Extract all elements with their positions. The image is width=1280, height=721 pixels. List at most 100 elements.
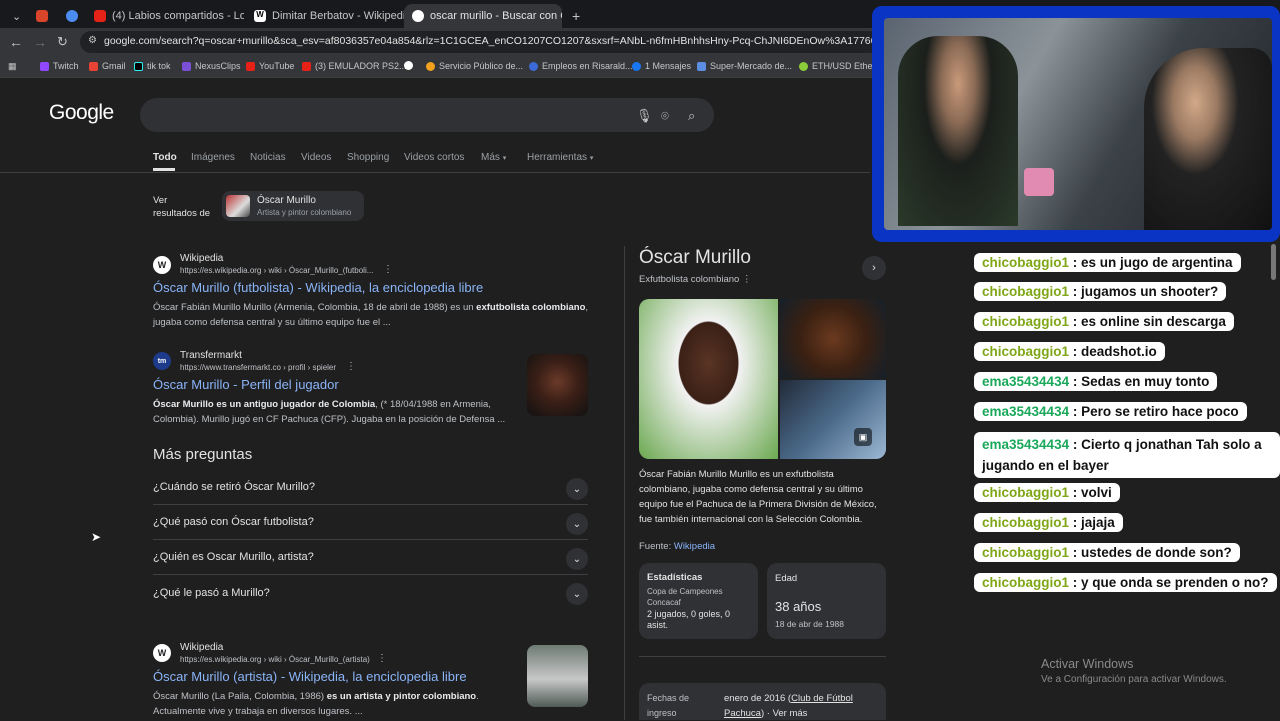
signing-label: Fechas de ingreso [647, 693, 690, 718]
chip-thumbnail [226, 195, 250, 217]
result-title-link[interactable]: Óscar Murillo (artista) - Wikipedia, la … [153, 669, 467, 684]
tab-favicon [36, 10, 48, 22]
chevron-down-icon[interactable]: ⌄ [566, 478, 588, 500]
tab-mas[interactable]: Más ▾ [481, 152, 506, 163]
eth-icon [799, 61, 808, 71]
kp-photo-2[interactable] [780, 299, 886, 378]
tab-favicon [66, 10, 78, 22]
google-logo[interactable]: Google [49, 101, 114, 125]
bookmark-supermercado[interactable]: Super-Mercado de... [697, 61, 792, 71]
paa-question[interactable]: ¿Qué le pasó a Murillo? ⌄ [153, 575, 588, 610]
result-source: Wikipedia [180, 253, 224, 264]
more-options-icon[interactable]: ⋮ [346, 361, 356, 372]
back-icon[interactable]: ← [9, 34, 23, 50]
youtube-icon [94, 10, 106, 22]
chevron-down-icon[interactable]: ⌄ [566, 583, 588, 605]
google-icon [412, 10, 424, 22]
more-options-icon[interactable]: ⋮ [742, 274, 752, 285]
result-url: https://www.transfermarkt.co › profil › … [180, 363, 337, 372]
youtube-icon [246, 61, 255, 71]
bookmark-empleos[interactable]: Empleos en Risarald... [529, 61, 633, 71]
search-input[interactable] [140, 98, 714, 132]
site-info-icon[interactable]: ⚙ [88, 35, 97, 46]
caret-down-icon: ▾ [502, 155, 507, 162]
chevron-down-icon[interactable]: ⌄ [566, 548, 588, 570]
bookmark-gmail[interactable]: Gmail [89, 61, 126, 71]
paa-question[interactable]: ¿Quién es Oscar Murillo, artista? ⌄ [153, 540, 588, 575]
tab-imagenes[interactable]: Imágenes [191, 152, 235, 163]
bookmark-servicio-publico[interactable]: Servicio Público de... [426, 61, 523, 71]
tab-search-button[interactable]: ⌄ [4, 4, 26, 28]
paa-question[interactable]: ¿Qué pasó con Óscar futbolista? ⌄ [153, 505, 588, 540]
tab-shopping[interactable]: Shopping [347, 152, 389, 163]
google-icon [404, 61, 413, 70]
url-text: google.com/search?q=oscar+murillo&sca_es… [104, 35, 880, 47]
tab-todo[interactable]: Todo [153, 152, 177, 163]
bookmark-google[interactable] [404, 61, 417, 70]
kp-image-grid[interactable]: ▣ [639, 299, 886, 459]
kp-main-photo[interactable] [639, 299, 778, 459]
wikipedia-icon: W [153, 644, 171, 662]
result-title-link[interactable]: Óscar Murillo (futbolista) - Wikipedia, … [153, 280, 483, 295]
chat-message: chicobaggio1 : ustedes de donde son? [974, 543, 1240, 562]
forward-icon[interactable]: → [33, 34, 47, 50]
result-thumbnail[interactable] [527, 354, 588, 416]
more-options-icon[interactable]: ⋮ [383, 264, 393, 275]
tab-videos[interactable]: Videos [301, 152, 331, 163]
chip-subtitle: Artista y pintor colombiano [257, 208, 352, 217]
chevron-down-icon[interactable]: ⌄ [566, 513, 588, 535]
see-results-chip[interactable]: Óscar Murillo Artista y pintor colombian… [222, 191, 364, 221]
chat-message: ema35434434 : Pero se retiro hace poco [974, 402, 1247, 421]
search-icon[interactable]: ⌕ [688, 108, 695, 124]
bookmark-eth-usd[interactable]: ETH/USD Ethere [799, 61, 881, 71]
bookmark-youtube[interactable]: YouTube [246, 61, 294, 71]
age-title: Edad [775, 573, 798, 584]
bookmark-nexusclips[interactable]: NexusClips [182, 61, 241, 71]
tab-videos-cortos[interactable]: Videos cortos [404, 152, 464, 163]
bookmark-mensajes[interactable]: 1 Mensajes [632, 61, 691, 71]
tab-google-search[interactable]: oscar murillo - Buscar con Goo ✕ [404, 4, 562, 28]
reload-icon[interactable]: ↻ [57, 34, 68, 50]
activate-windows-subtitle: Ve a Configuración para activar Windows. [1041, 674, 1227, 685]
signing-value: enero de 2016 (Club de Fútbol Pachuca) ·… [724, 693, 853, 719]
address-bar[interactable]: google.com/search?q=oscar+murillo&sca_es… [80, 31, 880, 53]
tab-noticias[interactable]: Noticias [250, 152, 286, 163]
empleos-icon [529, 61, 538, 71]
more-options-icon[interactable]: ⋮ [377, 653, 387, 664]
paa-question[interactable]: ¿Cuándo se retiró Óscar Murillo? ⌄ [153, 470, 588, 505]
bookmark-tiktok[interactable]: tik tok [134, 61, 171, 71]
microphone-icon[interactable]: 🎙 [636, 108, 653, 124]
result-thumbnail[interactable] [527, 645, 588, 707]
result-snippet: Óscar Murillo es un antiguo jugador de C… [153, 399, 506, 425]
caret-down-icon: ▾ [589, 155, 594, 162]
activate-windows-title: Activar Windows [1041, 657, 1134, 671]
chevron-right-icon[interactable]: › [862, 256, 886, 280]
kp-source-link[interactable]: Wikipedia [674, 541, 715, 552]
kp-photo-3[interactable] [780, 380, 886, 459]
new-tab-button[interactable]: + [564, 4, 584, 28]
lens-icon[interactable]: ⌾ [661, 108, 669, 124]
tab-label: (4) Labios compartidos - Los D [112, 10, 244, 22]
result-title-link[interactable]: Óscar Murillo - Perfil del jugador [153, 377, 339, 392]
tab-1[interactable] [28, 4, 54, 28]
apps-icon[interactable]: ▦ [8, 61, 17, 72]
result-snippet: Óscar Fabián Murillo Murillo (Armenia, C… [153, 302, 589, 328]
kp-subtitle: Exfutbolista colombiano ⋮ [639, 274, 752, 285]
ver-mas-link[interactable]: ) · Ver más [761, 708, 807, 719]
kp-age-card[interactable]: Edad 38 años 18 de abr de 1988 [767, 563, 886, 639]
tab-2[interactable] [58, 4, 84, 28]
bookmark-emulador[interactable]: (3) EMULADOR PS2... [302, 61, 407, 71]
tab-wikipedia[interactable]: W Dimitar Berbatov - Wikipedia, l ✕ [246, 4, 404, 28]
gallery-icon[interactable]: ▣ [854, 428, 872, 446]
chat-username: chicobaggio1 [982, 515, 1070, 530]
scrollbar-thumb[interactable] [1271, 244, 1276, 280]
chat-message: chicobaggio1 : es un jugo de argentina [974, 253, 1241, 272]
kp-signing-card[interactable]: Fechas de ingreso enero de 2016 (Club de… [639, 683, 886, 720]
stats-competition: Copa de Campeones Concacaf [647, 587, 723, 607]
phone-object [1024, 168, 1054, 196]
tab-youtube[interactable]: (4) Labios compartidos - Los D ✕ [86, 4, 244, 28]
tab-herramientas[interactable]: Herramientas ▾ [527, 152, 593, 163]
bookmark-twitch[interactable]: Twitch [40, 61, 79, 71]
youtube-icon [302, 61, 311, 71]
kp-stats-card[interactable]: Estadísticas Copa de Campeones Concacaf … [639, 563, 758, 639]
